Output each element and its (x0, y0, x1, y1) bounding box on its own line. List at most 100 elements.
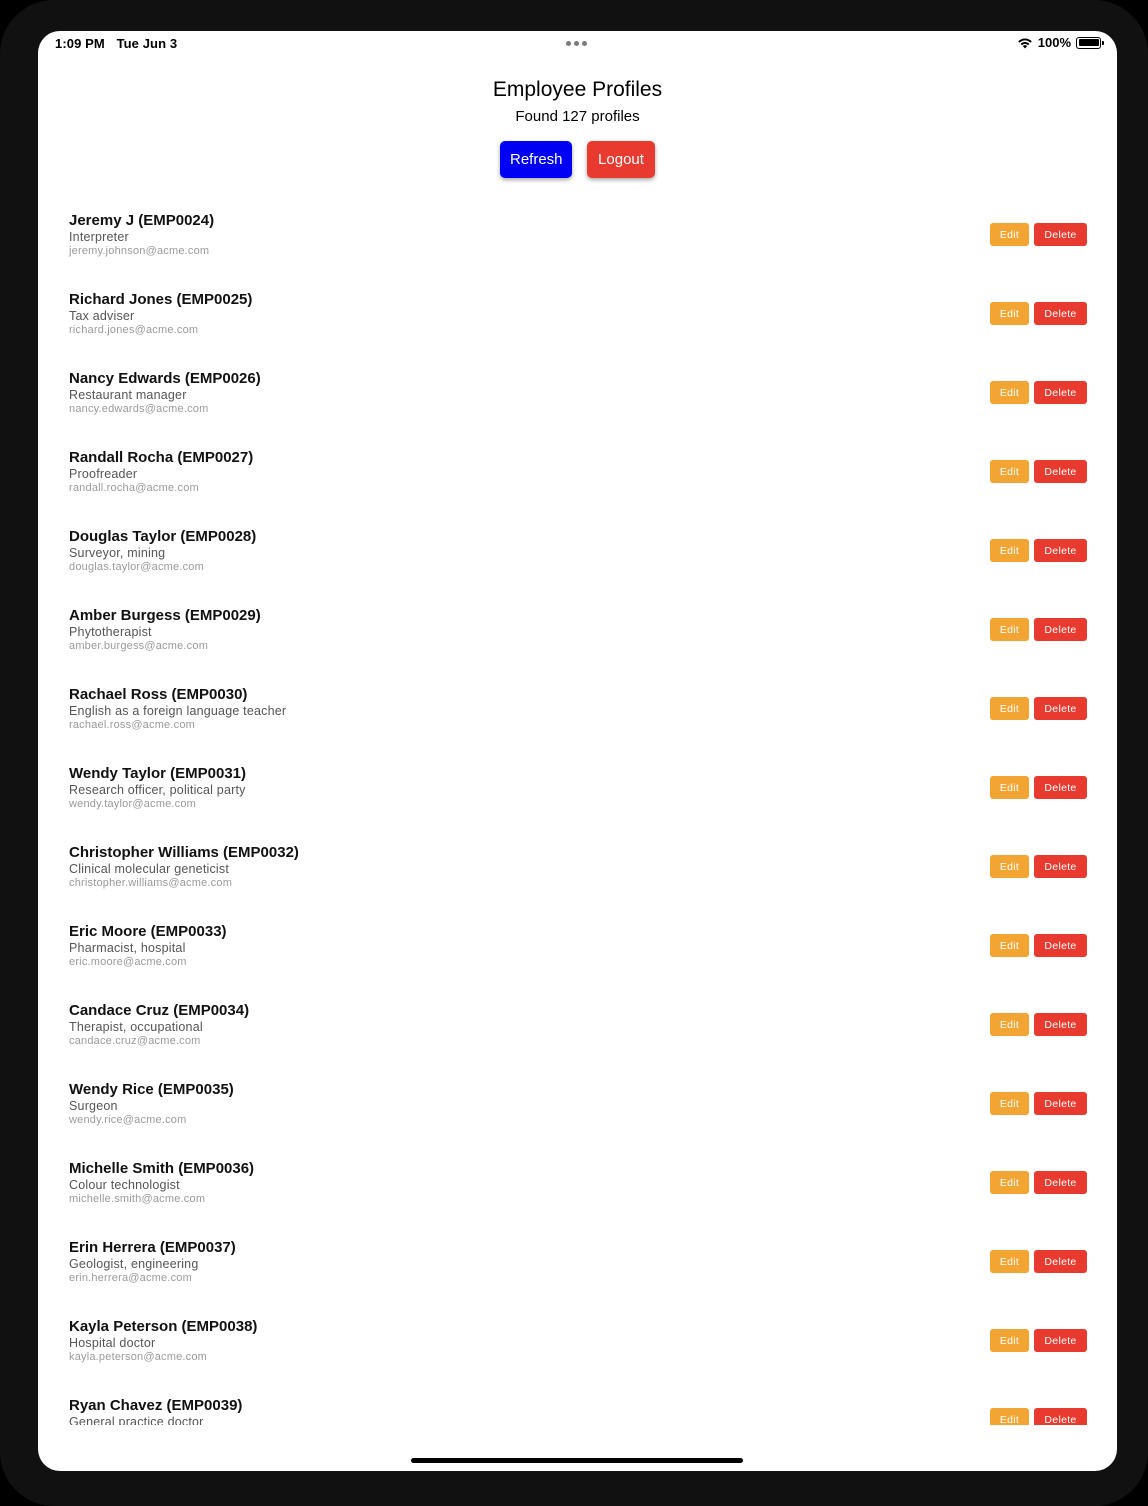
employee-email: richard.jones@acme.com (69, 324, 199, 336)
row-actions: Edit Delete (990, 302, 1087, 325)
row-actions: Edit Delete (990, 697, 1087, 720)
employee-job-title: Colour technologist (69, 1178, 180, 1192)
edit-button[interactable]: Edit (990, 697, 1029, 720)
delete-button[interactable]: Delete (1034, 460, 1087, 483)
employee-row: Douglas Taylor (EMP0028) Surveyor, mining… (38, 519, 1117, 598)
employee-row: Wendy Rice (EMP0035) Surgeon wendy.rice@ac… (38, 1072, 1117, 1151)
status-date: Tue Jun 3 (116, 36, 178, 51)
header-actions: Refresh Logout (38, 141, 1117, 178)
profile-count: Found 127 profiles (515, 108, 640, 125)
delete-button[interactable]: Delete (1034, 697, 1087, 720)
employee-name: Richard Jones (EMP0025) (69, 291, 253, 308)
employee-email: randall.rocha@acme.com (69, 482, 199, 494)
edit-button[interactable]: Edit (990, 460, 1029, 483)
employee-row: Michelle Smith (EMP0036) Colour technolog… (38, 1151, 1117, 1230)
delete-button[interactable]: Delete (1034, 223, 1087, 246)
employee-job-title: Tax adviser (69, 309, 135, 323)
delete-button[interactable]: Delete (1034, 618, 1087, 641)
employee-email: wendy.taylor@acme.com (69, 798, 197, 810)
employee-job-title: Pharmacist, hospital (69, 941, 186, 955)
edit-button[interactable]: Edit (990, 1092, 1029, 1115)
employee-name: Kayla Peterson (EMP0038) (69, 1318, 258, 1335)
row-actions: Edit Delete (990, 381, 1087, 404)
employee-row: Ryan Chavez (EMP0039) General practice do… (38, 1388, 1117, 1425)
employee-email: christopher.williams@acme.com (69, 877, 233, 889)
multitasking-dots-icon[interactable] (566, 41, 587, 46)
delete-button[interactable]: Delete (1034, 1408, 1087, 1425)
employee-email: candace.cruz@acme.com (69, 1035, 201, 1047)
employee-row: Candace Cruz (EMP0034) Therapist, occupat… (38, 993, 1117, 1072)
edit-button[interactable]: Edit (990, 1171, 1029, 1194)
employee-job-title: Clinical molecular geneticist (69, 862, 230, 876)
logout-button[interactable]: Logout (587, 141, 655, 178)
employee-job-title: Surveyor, mining (69, 546, 166, 560)
employee-email: nancy.edwards@acme.com (69, 403, 209, 415)
edit-button[interactable]: Edit (990, 1329, 1029, 1352)
edit-button[interactable]: Edit (990, 539, 1029, 562)
employee-name: Ryan Chavez (EMP0039) (69, 1397, 243, 1414)
employee-email: amber.burgess@acme.com (69, 640, 209, 652)
row-actions: Edit Delete (990, 1250, 1087, 1273)
delete-button[interactable]: Delete (1034, 1250, 1087, 1273)
employee-job-title: Proofreader (69, 467, 138, 481)
row-actions: Edit Delete (990, 1013, 1087, 1036)
row-actions: Edit Delete (990, 934, 1087, 957)
employee-job-title: Therapist, occupational (69, 1020, 203, 1034)
status-time-group: 1:09 PM Tue Jun 3 (55, 36, 177, 51)
employee-row: Erin Herrera (EMP0037) Geologist, enginee… (38, 1230, 1117, 1309)
delete-button[interactable]: Delete (1034, 1092, 1087, 1115)
employee-email: jeremy.johnson@acme.com (69, 245, 210, 257)
employee-email: rachael.ross@acme.com (69, 719, 196, 731)
employee-row: Rachael Ross (EMP0030) English as a forei… (38, 677, 1117, 756)
edit-button[interactable]: Edit (990, 618, 1029, 641)
employee-row: Randall Rocha (EMP0027) Proofreader randal… (38, 440, 1117, 519)
employee-name: Eric Moore (EMP0033) (69, 923, 227, 940)
edit-button[interactable]: Edit (990, 1408, 1029, 1425)
refresh-button[interactable]: Refresh (500, 141, 572, 178)
employee-job-title: Surgeon (69, 1099, 118, 1113)
employee-row: Wendy Taylor (EMP0031) Research officer, … (38, 756, 1117, 835)
delete-button[interactable]: Delete (1034, 1013, 1087, 1036)
edit-button[interactable]: Edit (990, 381, 1029, 404)
battery-percent: 100% (1037, 35, 1071, 50)
employee-name: Wendy Taylor (EMP0031) (69, 765, 246, 782)
delete-button[interactable]: Delete (1034, 855, 1087, 878)
delete-button[interactable]: Delete (1034, 934, 1087, 957)
employee-row: Christopher Williams (EMP0032) Clinical m… (38, 835, 1117, 914)
status-bar: 1:09 PM Tue Jun 3 100% (38, 31, 1117, 57)
delete-button[interactable]: Delete (1034, 1171, 1087, 1194)
page-header: Employee Profiles Found 127 profiles (38, 77, 1117, 126)
employee-name: Randall Rocha (EMP0027) (69, 449, 254, 466)
edit-button[interactable]: Edit (990, 934, 1029, 957)
delete-button[interactable]: Delete (1034, 302, 1087, 325)
edit-button[interactable]: Edit (990, 776, 1029, 799)
delete-button[interactable]: Delete (1034, 776, 1087, 799)
employee-row: Amber Burgess (EMP0029) Phytotherapist amb… (38, 598, 1117, 677)
employee-list[interactable]: Jeremy J (EMP0024) Interpreter jeremy.john… (38, 203, 1117, 1425)
employee-job-title: Research officer, political party (69, 783, 246, 797)
employee-job-title: Geologist, engineering (69, 1257, 199, 1271)
home-indicator[interactable] (411, 1458, 743, 1463)
employee-job-title: Hospital doctor (69, 1336, 156, 1350)
edit-button[interactable]: Edit (990, 223, 1029, 246)
row-actions: Edit Delete (990, 460, 1087, 483)
employee-email: erin.herrera@acme.com (69, 1272, 192, 1284)
row-actions: Edit Delete (990, 855, 1087, 878)
edit-button[interactable]: Edit (990, 1250, 1029, 1273)
delete-button[interactable]: Delete (1034, 539, 1087, 562)
edit-button[interactable]: Edit (990, 302, 1029, 325)
delete-button[interactable]: Delete (1034, 1329, 1087, 1352)
delete-button[interactable]: Delete (1034, 381, 1087, 404)
row-actions: Edit Delete (990, 223, 1087, 246)
edit-button[interactable]: Edit (990, 855, 1029, 878)
status-indicators: 100% (1017, 35, 1104, 50)
edit-button[interactable]: Edit (990, 1013, 1029, 1036)
page-title: Employee Profiles (492, 78, 663, 101)
employee-row: Richard Jones (EMP0025) Tax adviser richar… (38, 282, 1117, 361)
wifi-icon (1017, 37, 1032, 48)
employee-name: Erin Herrera (EMP0037) (69, 1239, 236, 1256)
device-frame: 1:09 PM Tue Jun 3 100% Employee Profiles (0, 0, 1148, 1506)
employee-job-title: Phytotherapist (69, 625, 152, 639)
employee-name: Christopher Williams (EMP0032) (69, 844, 299, 861)
row-actions: Edit Delete (990, 539, 1087, 562)
